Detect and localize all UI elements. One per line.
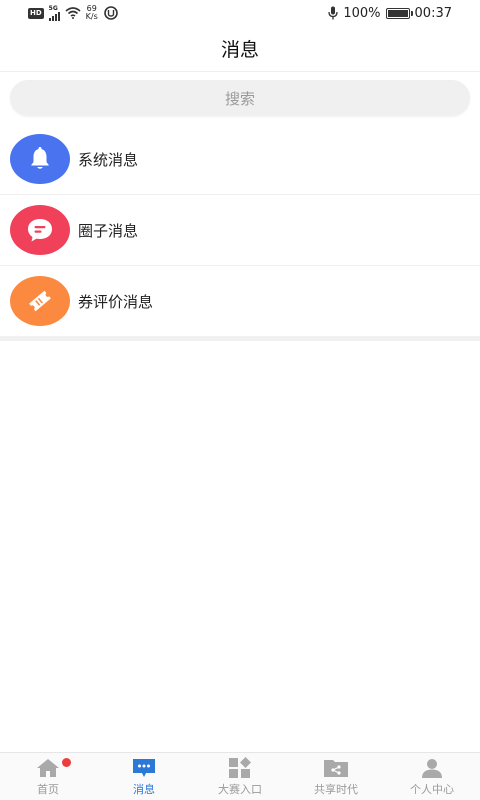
message-category-list: 系统消息 圈子消息 券评价消息: [0, 124, 480, 341]
tab-sharing-era[interactable]: 共享时代: [288, 753, 384, 800]
tab-competition-entry[interactable]: 大赛入口: [192, 753, 288, 800]
list-item-label: 系统消息: [78, 150, 139, 169]
app-notification-icon: [103, 6, 118, 20]
tab-personal-center[interactable]: 个人中心: [384, 753, 480, 800]
bell-icon: [10, 134, 70, 184]
tab-label: 共享时代: [314, 782, 358, 796]
battery-icon: [385, 7, 413, 19]
list-item-label: 圈子消息: [78, 221, 139, 240]
chat-bubble-icon: [10, 205, 70, 255]
search-placeholder: 搜索: [224, 89, 255, 108]
person-icon: [419, 757, 445, 779]
message-icon: [131, 757, 157, 779]
tab-messages[interactable]: 消息: [96, 753, 192, 800]
network-speed: 69 K/s: [85, 4, 98, 21]
notification-badge: [62, 758, 71, 767]
clock: 00:37: [414, 5, 452, 21]
search-input[interactable]: 搜索: [10, 80, 470, 116]
list-item-system-messages[interactable]: 系统消息: [0, 124, 480, 195]
page-header: 消息: [0, 26, 480, 72]
list-item-circle-messages[interactable]: 圈子消息: [0, 195, 480, 266]
tab-label: 个人中心: [410, 782, 454, 796]
page-title: 消息: [220, 39, 259, 61]
home-icon: [35, 757, 61, 779]
microphone-icon: [328, 6, 339, 20]
status-bar: HD 5G 69 K/s 100% 00:37: [0, 0, 480, 26]
tab-label: 消息: [133, 782, 155, 796]
wifi-icon: [65, 7, 81, 19]
cell-signal-icon: 5G: [48, 5, 60, 21]
bottom-tab-bar: 首页 消息 大赛入口 共享时代 个人中心: [0, 752, 480, 800]
list-item-coupon-review-messages[interactable]: 券评价消息: [0, 266, 480, 341]
hd-badge: HD: [28, 7, 44, 19]
tab-label: 首页: [37, 782, 59, 796]
ticket-icon: [10, 276, 70, 326]
tab-label: 大赛入口: [218, 782, 262, 796]
battery-percent: 100%: [343, 5, 381, 21]
grid-icon: [227, 756, 253, 779]
share-folder-icon: [323, 757, 349, 779]
tab-home[interactable]: 首页: [0, 753, 96, 800]
list-item-label: 券评价消息: [78, 292, 154, 311]
